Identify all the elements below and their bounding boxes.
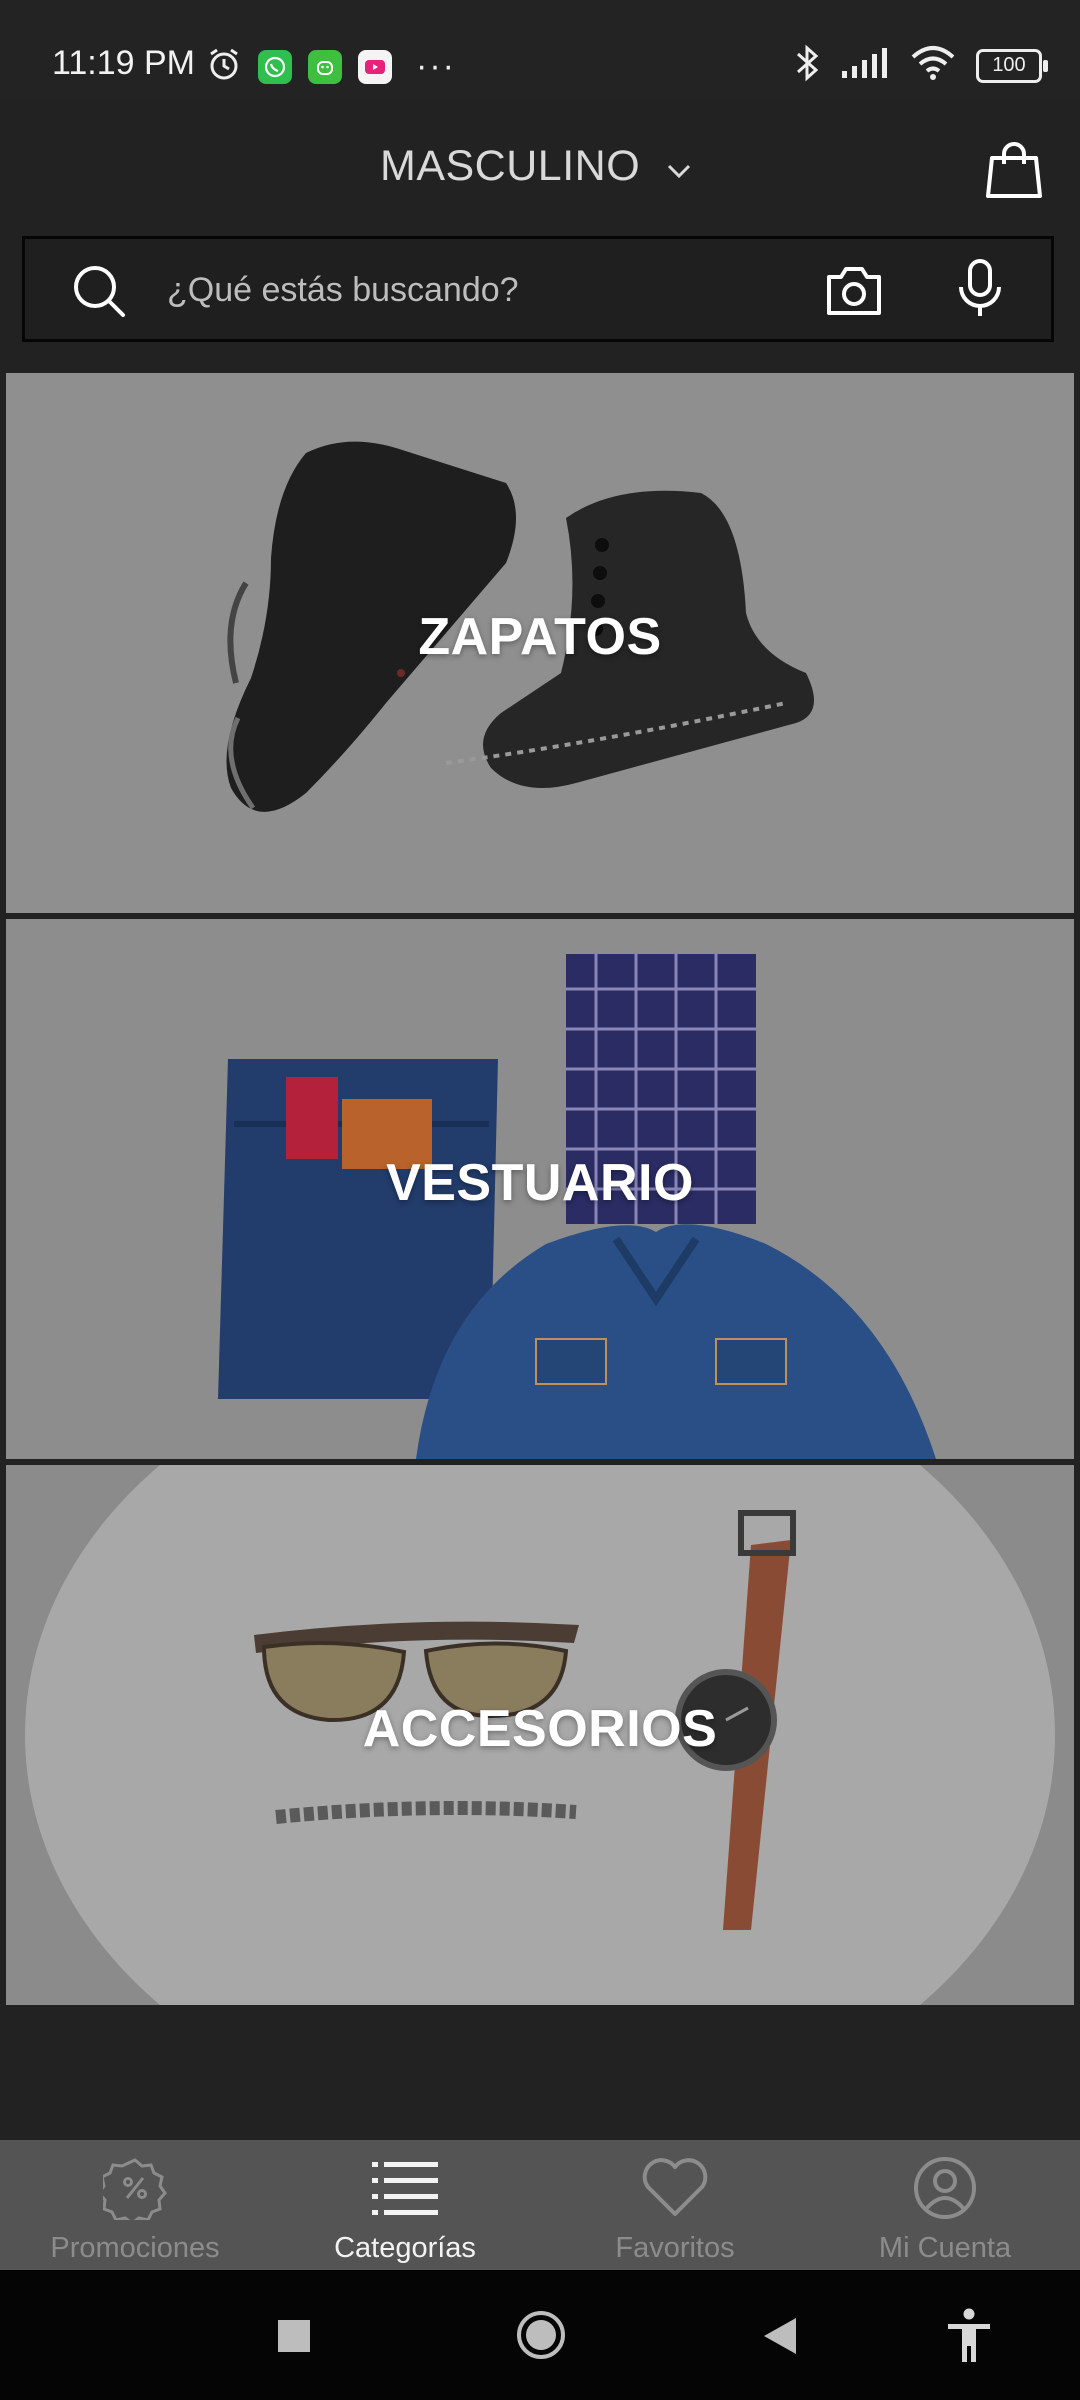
search-icon[interactable] — [71, 263, 129, 326]
bluetooth-icon — [794, 44, 820, 87]
nav-item-favoritos[interactable]: Favoritos — [540, 2140, 810, 2270]
gender-selector-label: MASCULINO — [380, 142, 641, 190]
nav-label: Categorías — [334, 2232, 476, 2264]
category-label: VESTUARIO — [386, 1154, 694, 1212]
shopping-bag-icon[interactable] — [986, 140, 1042, 198]
chevron-down-icon — [666, 142, 692, 191]
accessibility-icon[interactable] — [944, 2308, 994, 2369]
search-bar — [22, 236, 1054, 342]
whatsapp-icon — [258, 49, 292, 84]
category-card-zapatos[interactable]: ZAPATOS — [6, 373, 1074, 913]
system-navigation-bar — [0, 2270, 1080, 2400]
status-notification-icons: ··· — [206, 46, 456, 87]
list-icon — [372, 2154, 438, 2222]
status-bar: 11:19 PM ··· 100 — [0, 0, 1080, 102]
heart-icon — [641, 2154, 709, 2222]
recents-square-icon[interactable] — [276, 2318, 312, 2359]
account-icon — [912, 2154, 978, 2222]
wifi-icon — [910, 45, 956, 86]
nav-item-promociones[interactable]: Promociones — [0, 2140, 270, 2270]
nav-label: Favoritos — [615, 2232, 735, 2264]
alarm-icon — [206, 46, 242, 87]
status-system-icons: 100 — [794, 44, 1048, 87]
gender-selector[interactable]: MASCULINO — [380, 142, 692, 191]
nav-label: Promociones — [50, 2232, 220, 2264]
nav-item-mi-cuenta[interactable]: Mi Cuenta — [810, 2140, 1080, 2270]
camera-icon[interactable] — [825, 261, 883, 324]
microphone-icon[interactable] — [955, 257, 1005, 326]
youtube-icon — [358, 49, 392, 84]
app-header: MASCULINO — [0, 102, 1080, 230]
category-card-accesorios[interactable]: ACCESORIOS — [6, 1465, 1074, 2005]
status-time: 11:19 PM — [52, 44, 196, 82]
battery-icon: 100 — [976, 48, 1048, 83]
more-notifications-indicator: ··· — [416, 47, 456, 85]
category-label: ACCESORIOS — [362, 1700, 718, 1758]
android-app-icon — [308, 49, 342, 84]
back-triangle-icon[interactable] — [762, 2316, 798, 2361]
bottom-navigation: Promociones Categorías Favoritos Mi Cuen… — [0, 2140, 1080, 2270]
discount-badge-icon — [103, 2154, 167, 2222]
category-card-vestuario[interactable]: VESTUARIO — [6, 919, 1074, 1459]
nav-item-categorias[interactable]: Categorías — [270, 2140, 540, 2270]
search-input[interactable] — [165, 239, 809, 341]
category-label: ZAPATOS — [418, 608, 662, 666]
signal-icon — [840, 47, 890, 84]
nav-label: Mi Cuenta — [878, 2232, 1012, 2264]
home-circle-icon[interactable] — [516, 2310, 566, 2365]
